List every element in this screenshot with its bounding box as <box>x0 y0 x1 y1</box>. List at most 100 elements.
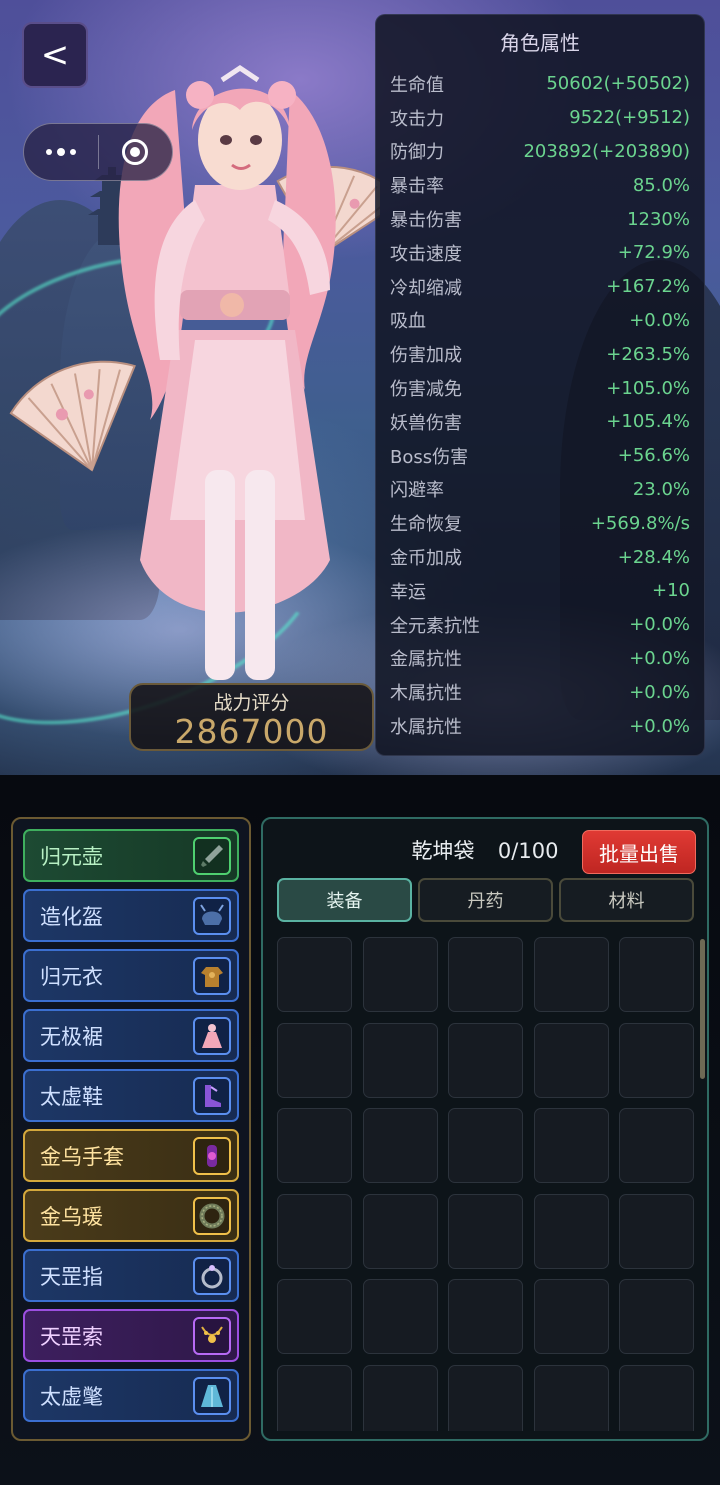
inventory-slot[interactable] <box>448 1108 523 1183</box>
inventory-slot[interactable] <box>448 937 523 1012</box>
inventory-slot[interactable] <box>362 1364 438 1431</box>
necklace-icon <box>193 1316 231 1355</box>
inventory-slot[interactable] <box>533 1108 609 1183</box>
attribute-row: 攻击力 9522(+9512) <box>390 101 690 135</box>
equipment-slot[interactable]: 金乌瑗 <box>23 1189 239 1242</box>
sword-icon <box>193 836 231 875</box>
gloves-icon <box>193 1136 231 1175</box>
inventory-slot[interactable] <box>277 937 352 1012</box>
equipment-slot[interactable]: 归元衣 <box>23 949 239 1002</box>
attributes-title: 角色属性 <box>500 31 580 55</box>
attribute-name: 伤害加成 <box>390 345 462 367</box>
inventory-slot[interactable] <box>533 1193 609 1269</box>
attribute-name: 伤害减免 <box>390 379 462 401</box>
attribute-value: 50602(+50502) <box>546 73 690 95</box>
attribute-row: 闪避率 23.0% <box>390 473 690 507</box>
attribute-row: 伤害加成 +263.5% <box>390 337 690 371</box>
inventory-slot[interactable] <box>619 1193 694 1269</box>
inventory-slot[interactable] <box>533 937 609 1012</box>
equipment-slot[interactable]: 太虚氅 <box>23 1369 239 1422</box>
attribute-name: 生命恢复 <box>390 514 462 536</box>
batch-sell-button[interactable]: 批量出售 <box>582 830 696 874</box>
bag-title-label: 乾坤袋 <box>411 839 475 863</box>
inventory-grid[interactable] <box>277 937 697 1431</box>
attribute-row: 妖兽伤害 +105.4% <box>390 405 690 439</box>
attribute-row: Boss伤害 +56.6% <box>390 439 690 473</box>
attribute-row: 全元素抗性 +0.0% <box>390 608 690 642</box>
attribute-row: 防御力 203892(+203890) <box>390 135 690 169</box>
inventory-slot[interactable] <box>448 1279 523 1354</box>
inventory-slot[interactable] <box>362 1022 438 1098</box>
inventory-slot[interactable] <box>619 937 694 1012</box>
attribute-value: +105.4% <box>606 411 690 433</box>
attribute-row: 吸血 +0.0% <box>390 304 690 338</box>
attribute-value: +10 <box>652 580 690 602</box>
equipment-slot[interactable]: 天罡索 <box>23 1309 239 1362</box>
combat-power-box: 战力评分 2867000 <box>129 683 374 751</box>
attribute-name: Boss伤害 <box>390 446 469 468</box>
inventory-slot[interactable] <box>277 1364 352 1431</box>
character-portrait <box>9 64 380 680</box>
equipment-name: 造化盔 <box>40 904 103 929</box>
attribute-name: 暴击伤害 <box>390 210 462 232</box>
attribute-name: 全元素抗性 <box>390 615 480 637</box>
inventory-slot[interactable] <box>277 1022 352 1098</box>
tab-pills[interactable]: 丹药 <box>418 878 553 922</box>
attribute-value: +0.0% <box>629 715 690 737</box>
inventory-slot[interactable] <box>448 1193 523 1269</box>
combat-power-label: 战力评分 <box>213 692 290 714</box>
inventory-scrollbar[interactable] <box>700 939 705 1079</box>
equipment-panel: 归元壶造化盔归元衣无极裾太虚鞋金乌手套金乌瑗天罡指天罡索太虚氅 <box>11 817 251 1441</box>
equipment-name: 金乌瑗 <box>40 1204 103 1229</box>
inventory-slot[interactable] <box>619 1022 694 1098</box>
close-button[interactable] <box>99 123 173 181</box>
more-button[interactable] <box>24 123 98 181</box>
equipment-slot[interactable]: 归元壶 <box>23 829 239 882</box>
inventory-slot[interactable] <box>362 1193 438 1269</box>
equipment-slot[interactable]: 无极裾 <box>23 1009 239 1062</box>
attribute-row: 冷却缩减 +167.2% <box>390 270 690 304</box>
attribute-value: 23.0% <box>632 478 690 500</box>
attribute-value: +167.2% <box>606 276 690 298</box>
inventory-slot[interactable] <box>277 1193 352 1269</box>
equipment-slot[interactable]: 太虚鞋 <box>23 1069 239 1122</box>
equipment-name: 天罡索 <box>40 1324 103 1349</box>
boots-icon <box>193 1076 231 1115</box>
attribute-name: 金币加成 <box>390 548 462 570</box>
inventory-slot[interactable] <box>619 1279 694 1354</box>
equipment-slot[interactable]: 金乌手套 <box>23 1129 239 1182</box>
inventory-slot[interactable] <box>533 1279 609 1354</box>
inventory-slot[interactable] <box>362 1279 438 1354</box>
attribute-row: 暴击率 85.0% <box>390 168 690 202</box>
attribute-name: 攻击速度 <box>390 243 462 265</box>
inventory-slot[interactable] <box>533 1364 609 1431</box>
attribute-name: 攻击力 <box>390 108 444 130</box>
inventory-slot[interactable] <box>448 1364 523 1431</box>
inventory-slot[interactable] <box>619 1364 694 1431</box>
equipment-name: 无极裾 <box>40 1024 103 1049</box>
inventory-slot[interactable] <box>533 1022 609 1098</box>
attributes-panel[interactable]: 角色属性 生命值 50602(+50502) 攻击力 9522(+9512) 防御力 20… <box>375 14 705 756</box>
menu-capsule <box>23 123 173 181</box>
equipment-name: 太虚氅 <box>40 1384 103 1409</box>
attribute-row: 幸运 +10 <box>390 574 690 608</box>
inventory-slot[interactable] <box>619 1108 694 1183</box>
helmet-icon <box>193 896 231 935</box>
tab-materials[interactable]: 材料 <box>559 878 694 922</box>
equipment-slot[interactable]: 天罡指 <box>23 1249 239 1302</box>
more-icon <box>45 148 76 156</box>
tab-equipment[interactable]: 装备 <box>277 878 412 922</box>
target-icon <box>122 139 149 165</box>
character-scene: < 战力评分 2867000 角色属性 生命值 50602(+50502) 攻击力 9… <box>0 0 720 775</box>
equipment-slot[interactable]: 造化盔 <box>23 889 239 942</box>
inventory-slot[interactable] <box>362 1108 438 1183</box>
skirt-icon <box>193 1016 231 1055</box>
inventory-slot[interactable] <box>362 937 438 1012</box>
inventory-slot[interactable] <box>277 1279 352 1354</box>
armor-icon <box>193 956 231 995</box>
attribute-value: +569.8%/s <box>590 512 690 534</box>
inventory-slot[interactable] <box>448 1022 523 1098</box>
back-button[interactable]: < <box>22 22 88 88</box>
bracelet-icon <box>193 1196 231 1235</box>
inventory-slot[interactable] <box>277 1108 352 1183</box>
